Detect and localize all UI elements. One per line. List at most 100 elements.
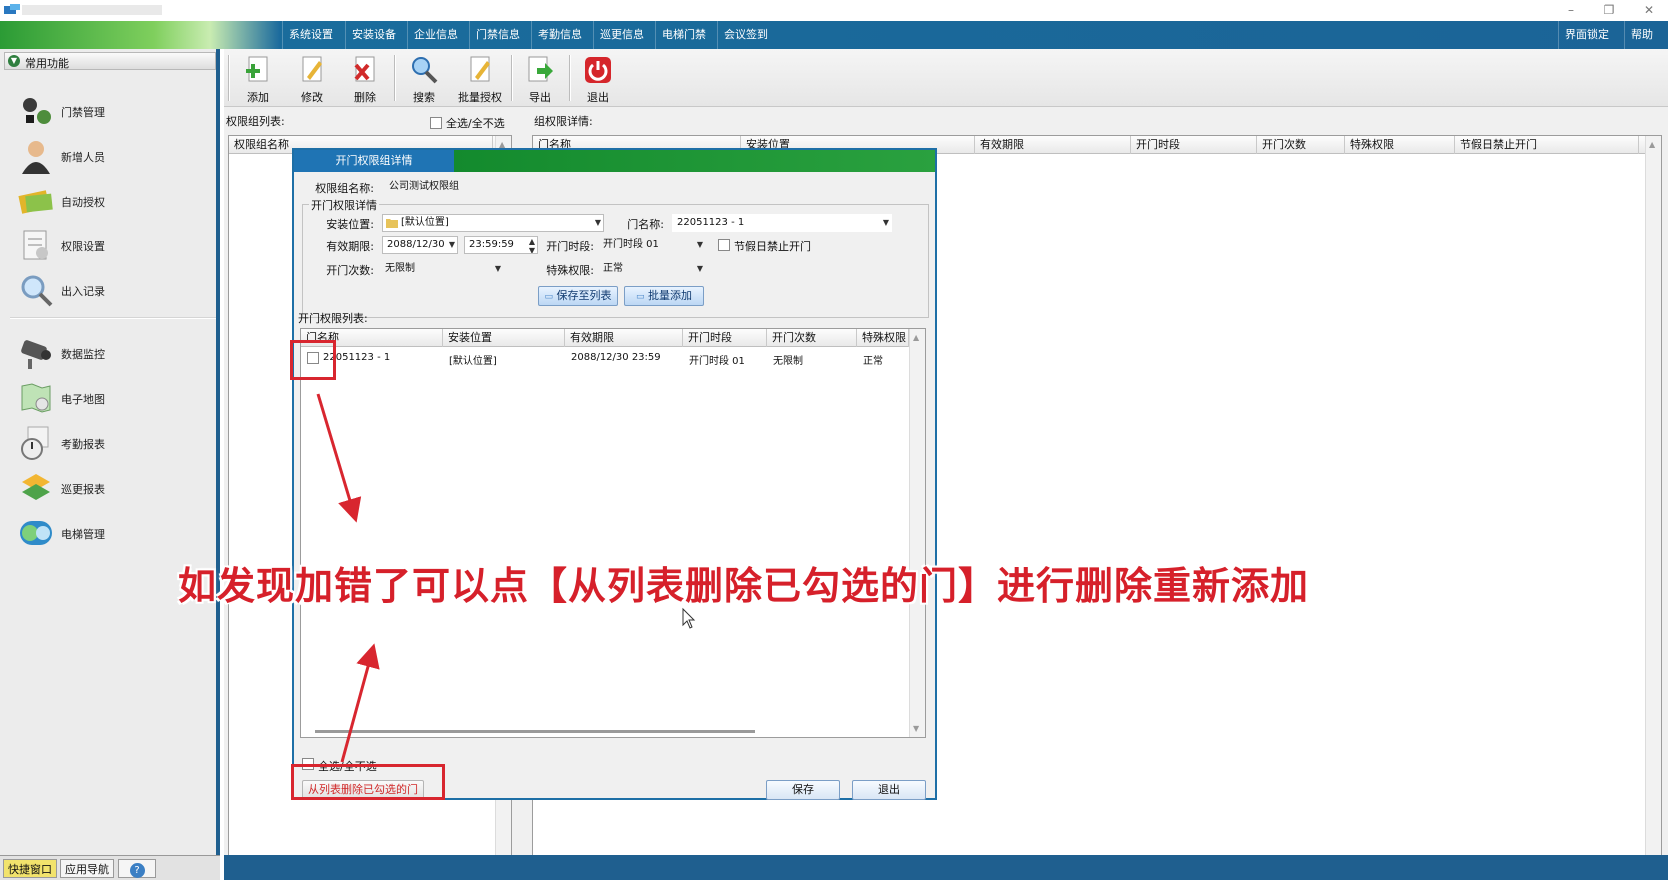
save-button[interactable]: 保存 (766, 780, 840, 800)
save-to-list-label: 保存至列表 (556, 289, 612, 302)
nav-label: 自动授权 (61, 196, 105, 209)
open-permission-list[interactable]: 门名称 安装位置 有效期限 开门时段 开门次数 特殊权限 22051123 - … (300, 328, 926, 738)
batch-auth-label: 批量授权 (458, 91, 502, 104)
open-count-select[interactable]: 无限制 ▼ (380, 260, 504, 278)
search-icon (412, 57, 438, 84)
restore-icon[interactable]: ❐ (1600, 2, 1618, 18)
nav-divider (10, 317, 216, 319)
tab-app-navigation[interactable]: 应用导航 (60, 859, 114, 878)
export-arrow-icon (528, 56, 553, 82)
open-period-label: 开门时段: (546, 240, 594, 253)
minimize-icon[interactable]: – (1562, 2, 1580, 18)
save-to-list-button[interactable]: ▭ 保存至列表 (538, 286, 618, 306)
delete-label: 删除 (354, 91, 376, 104)
col-open-count[interactable]: 开门次数 (767, 329, 857, 347)
col-open-period[interactable]: 开门时段 (1131, 136, 1257, 154)
close-icon[interactable]: ✕ (1640, 2, 1658, 18)
exit-button[interactable]: 退出 (574, 53, 622, 105)
col-special-permission[interactable]: 特殊权限 (1345, 136, 1455, 154)
nav-item-patrol-report[interactable]: 巡更报表 (14, 468, 204, 508)
col-valid-period[interactable]: 有效期限 (565, 329, 683, 347)
nav-item-elevator-management[interactable]: 电梯管理 (14, 513, 204, 553)
install-location-label: 安装位置: (326, 218, 374, 231)
help-icon[interactable]: ? (118, 859, 156, 878)
toolbar-separator (394, 55, 396, 101)
nav-item-new-person[interactable]: 新增人员 (14, 136, 204, 176)
nav-item-attendance-report[interactable]: 考勤报表 (14, 423, 204, 463)
col-holiday-block[interactable]: 节假日禁止开门 (1455, 136, 1639, 154)
delete-button[interactable]: 删除 (341, 53, 389, 105)
menu-install-devices[interactable]: 安装设备 (345, 21, 402, 49)
door-name-select[interactable]: 22051123 - 1 ▼ (672, 214, 892, 232)
nav-label: 电梯管理 (61, 528, 105, 541)
group-detail-scrollbar[interactable]: ▲▼ (1645, 136, 1661, 880)
menu-help[interactable]: 帮助 (1624, 21, 1659, 49)
open-count-value: 无限制 (385, 263, 415, 274)
add-button[interactable]: 添加 (234, 53, 282, 105)
edit-button[interactable]: 修改 (288, 53, 336, 105)
nav-item-access-records[interactable]: 出入记录 (14, 270, 204, 310)
export-button[interactable]: 导出 (516, 53, 564, 105)
open-list-hscrollbar[interactable] (315, 730, 755, 733)
open-period-select[interactable]: 开门时段 01 ▼ (598, 236, 706, 254)
left-nav-panel: ▼ 常用功能 门禁管理 新增人员 自动授权 权限设置 出入记录 数据监控 电子地… (0, 49, 220, 855)
dialog-title-tab[interactable]: 开门权限组详情 (294, 150, 454, 172)
col-special-permission[interactable]: 特殊权限 (857, 329, 909, 347)
menu-system-settings[interactable]: 系统设置 (282, 21, 339, 49)
menu-company-info[interactable]: 企业信息 (407, 21, 464, 49)
nav-label: 考勤报表 (61, 438, 105, 451)
chevron-down-icon: ▼ (494, 264, 501, 273)
group-name-field[interactable]: 公司测试权限组 (384, 178, 824, 196)
menu-access-info[interactable]: 门禁信息 (469, 21, 526, 49)
status-bar (224, 855, 1668, 880)
nav-label: 权限设置 (61, 240, 105, 253)
chevron-down-icon: ▼ (8, 55, 20, 67)
valid-date-picker[interactable]: 2088/12/30 ▼ (382, 236, 458, 254)
tab-quick-window[interactable]: 快捷窗口 (3, 859, 57, 878)
valid-date-value: 2088/12/30 (387, 239, 445, 250)
table-row[interactable]: 22051123 - 1 [默认位置] 2088/12/30 23:59 开门时… (301, 349, 909, 367)
chevron-down-icon: ▼ (696, 240, 703, 249)
batch-auth-button[interactable]: 批量授权 (452, 53, 508, 105)
open-list-vscrollbar[interactable]: ▲ ▼ (909, 329, 925, 737)
special-permission-value: 正常 (603, 263, 623, 274)
nav-item-e-map[interactable]: 电子地图 (14, 378, 204, 418)
add-label: 添加 (247, 91, 269, 104)
nav-item-permission-settings[interactable]: 权限设置 (14, 225, 204, 265)
valid-time-spinner[interactable]: 23:59:59 ▲ ▼ (464, 236, 538, 254)
spin-down-icon[interactable]: ▼ (529, 243, 535, 253)
toolbar-separator (511, 55, 513, 101)
exit-label: 退出 (587, 91, 609, 104)
title-bar: – ❐ ✕ (0, 0, 1668, 21)
menu-lock-screen[interactable]: 界面锁定 (1558, 21, 1615, 49)
menu-meeting-signin[interactable]: 会议签到 (717, 21, 774, 49)
dialog-exit-button[interactable]: 退出 (852, 780, 926, 800)
power-icon (585, 57, 611, 83)
nav-item-access-management[interactable]: 门禁管理 (14, 91, 204, 131)
edit-label: 修改 (301, 91, 323, 104)
col-open-count[interactable]: 开门次数 (1257, 136, 1345, 154)
nav-item-auto-auth[interactable]: 自动授权 (14, 181, 204, 221)
nav-item-data-monitor[interactable]: 数据监控 (14, 333, 204, 373)
col-valid-period[interactable]: 有效期限 (975, 136, 1131, 154)
nav-label: 电子地图 (61, 393, 105, 406)
holiday-block-checkbox[interactable] (718, 239, 730, 251)
row-valid-period: 2088/12/30 23:59 (571, 352, 661, 363)
batch-edit-icon (470, 56, 490, 82)
col-open-period[interactable]: 开门时段 (683, 329, 767, 347)
col-install-location[interactable]: 安装位置 (443, 329, 565, 347)
special-permission-select[interactable]: 正常 ▼ (598, 260, 706, 278)
clock-report-icon (21, 426, 49, 460)
search-button[interactable]: 搜索 (400, 53, 448, 105)
person-icon (22, 141, 50, 174)
common-functions-header[interactable]: ▼ 常用功能 (4, 52, 216, 70)
chevron-down-icon: ▼ (696, 264, 703, 273)
toolbar-separator (569, 55, 571, 101)
group-detail-label: 组权限详情: (534, 115, 593, 128)
left-select-all-checkbox[interactable] (430, 117, 442, 129)
batch-add-button[interactable]: ▭ 批量添加 (624, 286, 704, 306)
menu-attendance-info[interactable]: 考勤信息 (531, 21, 588, 49)
menu-patrol-info[interactable]: 巡更信息 (593, 21, 650, 49)
install-location-select[interactable]: [默认位置] ▼ (382, 214, 604, 232)
menu-elevator-access[interactable]: 电梯门禁 (655, 21, 712, 49)
